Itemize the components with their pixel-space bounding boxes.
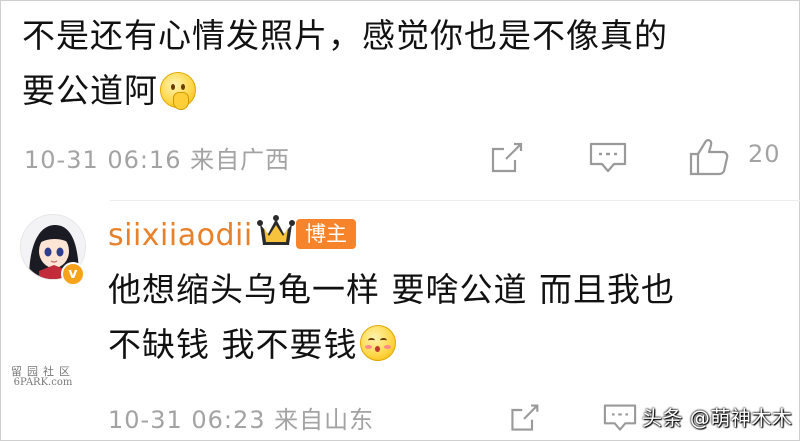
divider [110,200,800,201]
crown-icon [257,215,295,245]
blush-kiss-emoji-icon [359,324,396,361]
comment-time: 10-31 06:16 [24,146,182,174]
site-watermark: 留园社区 6PARK.com [8,366,78,388]
share-icon[interactable] [508,402,540,434]
comment-icon[interactable] [588,140,628,176]
comment-icon[interactable] [602,402,638,434]
comment-location: 来自山东 [274,406,375,434]
comment-location: 来自广西 [190,146,291,174]
username[interactable]: siixiiaodii [108,218,253,253]
comment-text-line-content: 要公道阿 [22,71,158,110]
thinking-emoji-icon [160,71,196,110]
toutiao-watermark: 头条 @萌神木木 [642,406,793,430]
comment-text-line: 不缺钱 我不要钱 [108,317,788,372]
comment-text-line: 要公道阿 [22,63,782,118]
site-watermark-name: 留园社区 [11,365,75,378]
comment-text-line: 他想缩头乌龟一样 要啥公道 而且我也 [108,270,675,309]
comment-text: 不是还有心情发照片，感觉你也是不像真的 要公道阿 [22,8,782,118]
comment-text-line-content: 不缺钱 我不要钱 [108,325,358,364]
comment-meta: 10-31 06:23 来自山东 [108,400,374,435]
comment-text: 他想缩头乌龟一样 要啥公道 而且我也 不缺钱 我不要钱 [108,262,788,372]
site-watermark-domain: 6PARK.com [13,377,73,388]
blogger-badge: 博主 [296,219,356,249]
verified-badge-icon: v [61,262,85,286]
comment-meta: 10-31 06:16 来自广西 [24,140,290,175]
comment-time: 10-31 06:23 [108,406,266,434]
like-icon[interactable] [688,137,730,177]
comment-text-line: 不是还有心情发照片，感觉你也是不像真的 [22,16,668,55]
share-icon[interactable] [488,140,524,176]
like-count: 20 [748,140,781,168]
